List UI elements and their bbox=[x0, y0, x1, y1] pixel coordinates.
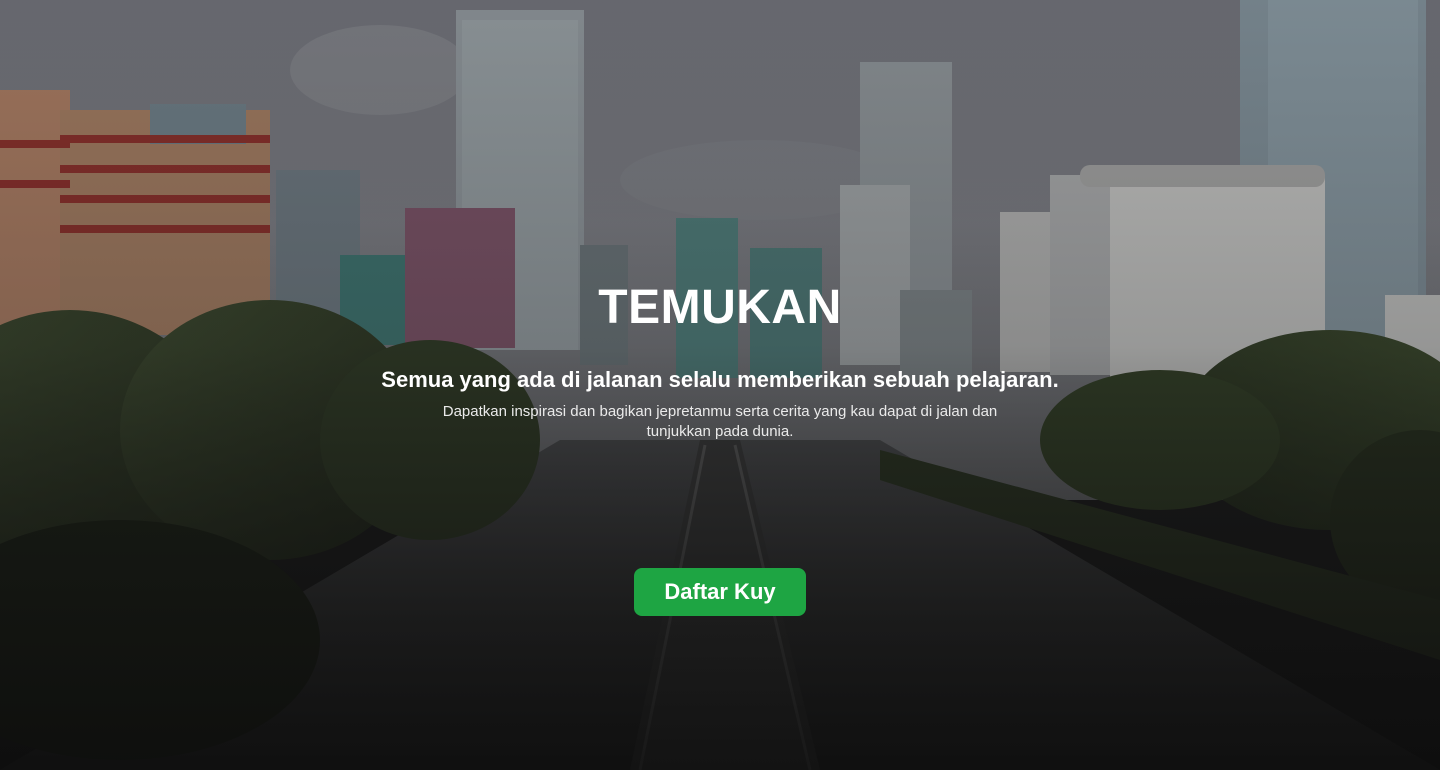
hero-description-line2: tunjukkan pada dunia. bbox=[646, 423, 794, 440]
hero-tagline: Semua yang ada di jalanan selalu memberi… bbox=[381, 367, 1059, 392]
hero-section: TEMUKAN Semua yang ada di jalanan selalu… bbox=[0, 0, 1440, 770]
signup-button[interactable]: Daftar Kuy bbox=[634, 568, 806, 616]
hero-title: TEMUKAN bbox=[598, 281, 842, 334]
hero-description: Dapatkan inspirasi dan bagikan jepretanm… bbox=[400, 402, 1040, 442]
hero-content: TEMUKAN Semua yang ada di jalanan selalu… bbox=[0, 0, 1440, 770]
hero-description-line1: Dapatkan inspirasi dan bagikan jepretanm… bbox=[442, 403, 998, 420]
